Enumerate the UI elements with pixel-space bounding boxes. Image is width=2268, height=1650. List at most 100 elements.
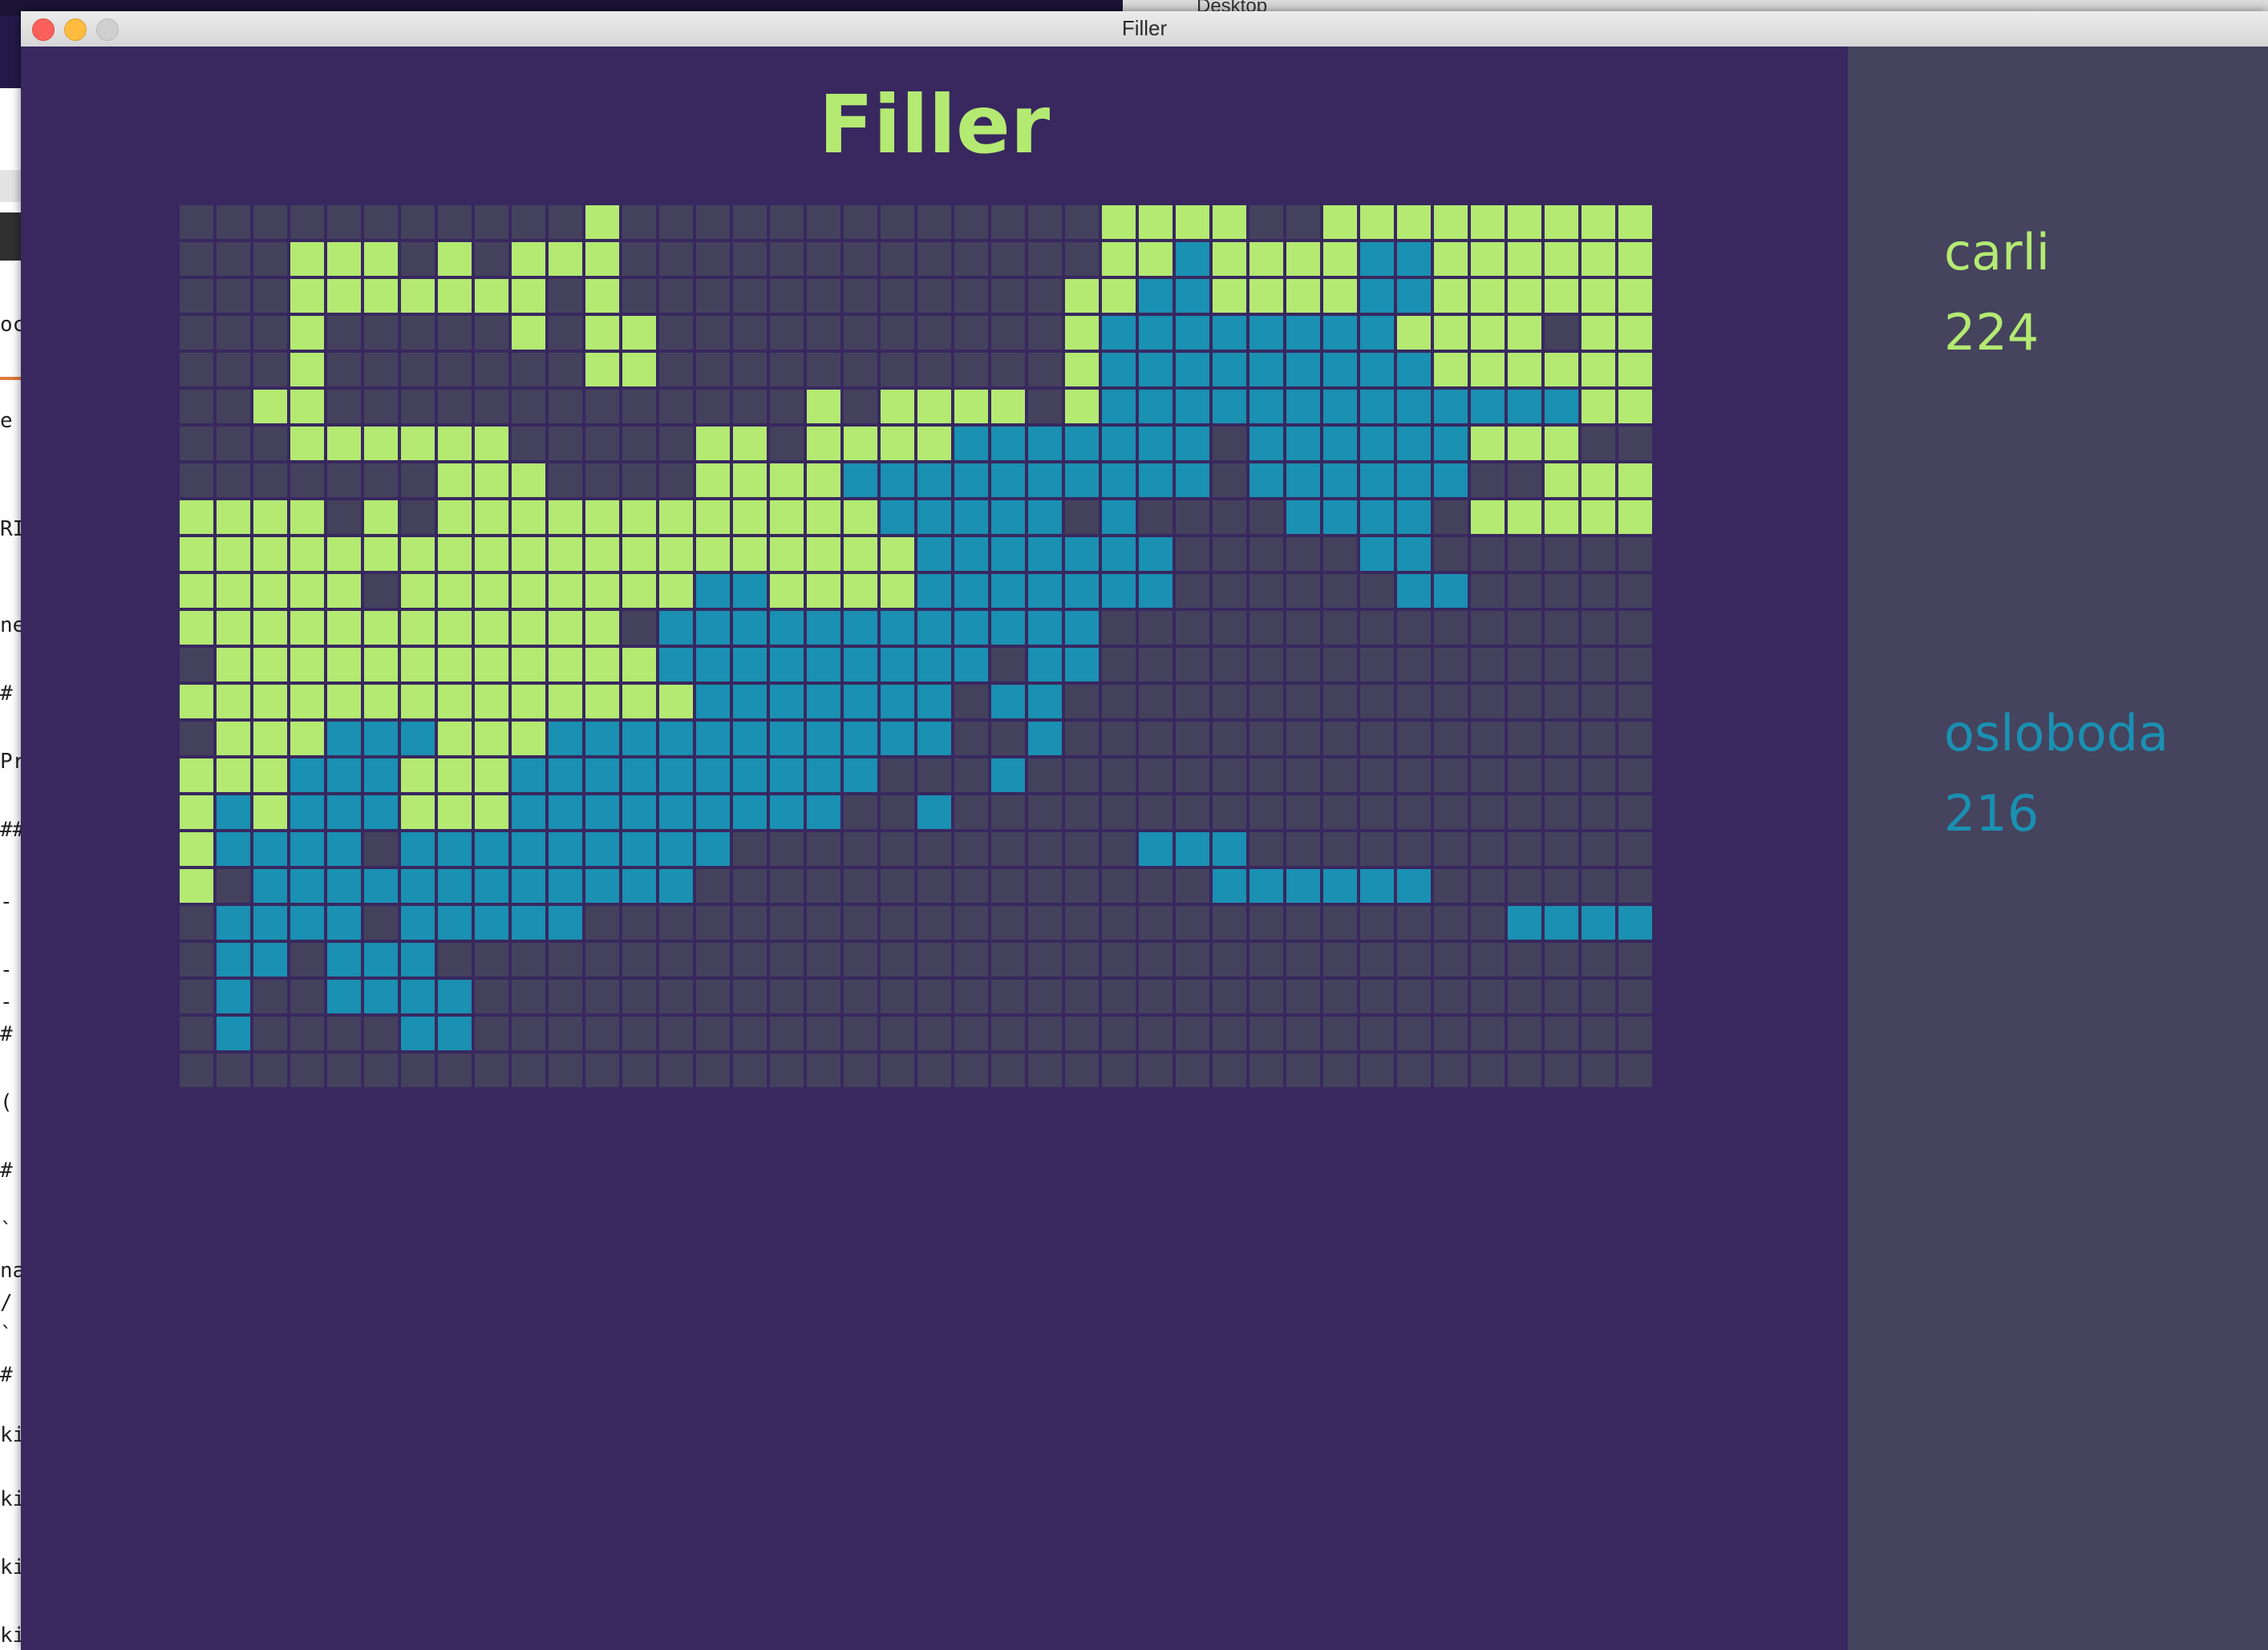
board-cell-empty — [180, 427, 213, 460]
board-cell-player2 — [549, 722, 582, 755]
board-cell-empty — [1102, 611, 1136, 645]
board-cell-player2 — [549, 758, 582, 792]
board-cell-player1 — [438, 537, 472, 571]
board-cell-player2 — [585, 722, 619, 755]
board-cell-player1 — [364, 685, 398, 718]
board-cell-player2 — [585, 795, 619, 829]
board-cell-player2 — [1139, 353, 1172, 386]
board-cell-empty — [217, 242, 250, 276]
board-cell-player1 — [696, 500, 730, 534]
board-cell-empty — [1249, 980, 1283, 1013]
board-cell-player2 — [1397, 463, 1431, 497]
board-cell-empty — [180, 205, 213, 239]
board-cell-empty — [217, 463, 250, 497]
board-cell-player2 — [327, 943, 361, 977]
board-cell-empty — [844, 1053, 877, 1087]
board-cell-player1 — [180, 869, 213, 903]
board-cell-player1 — [844, 537, 877, 571]
board-cell-empty — [1139, 685, 1172, 718]
board-cell-empty — [438, 353, 472, 386]
board-cell-player1 — [1582, 242, 1615, 276]
board-cell-player2 — [844, 722, 877, 755]
board-cell-player1 — [1434, 316, 1468, 350]
board-cell-player2 — [1323, 390, 1357, 423]
board-cell-player2 — [881, 648, 914, 681]
board-cell-empty — [991, 205, 1025, 239]
board-cell-empty — [696, 943, 730, 977]
board-cell-player2 — [364, 943, 398, 977]
board-cell-empty — [1360, 943, 1394, 977]
board-cell-player1 — [585, 353, 619, 386]
board-cell-empty — [1102, 832, 1136, 866]
board-cell-player2 — [659, 648, 693, 681]
board-cell-empty — [807, 832, 840, 866]
board-cell-empty — [1102, 943, 1136, 977]
board-cell-player2 — [770, 611, 804, 645]
board-cell-empty — [1618, 685, 1652, 718]
board-cell-player2 — [1176, 242, 1209, 276]
board-cell-player2 — [1323, 463, 1357, 497]
board-cell-player2 — [1249, 427, 1283, 460]
background-text-fragment: # S — [0, 1022, 21, 1046]
board-cell-player1 — [253, 611, 287, 645]
board-cell-empty — [1434, 943, 1468, 977]
board-cell-player1 — [954, 390, 988, 423]
board-cell-empty — [733, 906, 767, 940]
board-cell-empty — [1471, 906, 1505, 940]
board-cell-player2 — [954, 463, 988, 497]
board-cell-player1 — [622, 500, 656, 534]
board-cell-empty — [1434, 758, 1468, 792]
board-cell-empty — [549, 1017, 582, 1050]
board-cell-player2 — [512, 906, 545, 940]
background-editor-window[interactable]: oc e RI ne # Pr ## - - - # S (# (` na / ` # (ki ki ki ki — [0, 88, 21, 1650]
board-cell-empty — [217, 427, 250, 460]
board-cell-player1 — [844, 500, 877, 534]
board-cell-empty — [659, 279, 693, 313]
background-text-fragment: e — [0, 409, 13, 433]
board-cell-player2 — [1139, 316, 1172, 350]
board-cell-empty — [401, 463, 435, 497]
board-cell-empty — [290, 205, 324, 239]
board-cell-player1 — [364, 611, 398, 645]
board-cell-player1 — [1508, 205, 1541, 239]
board-cell-empty — [364, 906, 398, 940]
board-cell-player2 — [401, 906, 435, 940]
board-cell-player1 — [549, 685, 582, 718]
window-titlebar[interactable]: Filler — [21, 11, 2268, 47]
board-cell-empty — [770, 205, 804, 239]
board-cell-player1 — [585, 500, 619, 534]
board-cell-empty — [1397, 980, 1431, 1013]
player2-name: osloboda — [1944, 704, 2169, 762]
background-accent-line — [0, 377, 21, 380]
board-cell-empty — [1028, 758, 1062, 792]
board-cell-player1 — [327, 537, 361, 571]
board-cell-empty — [1508, 537, 1541, 571]
board-cell-empty — [1213, 795, 1246, 829]
board-cell-empty — [770, 427, 804, 460]
board-cell-player2 — [217, 795, 250, 829]
board-cell-empty — [1213, 537, 1246, 571]
board-cell-player2 — [659, 611, 693, 645]
board-cell-player2 — [327, 980, 361, 1013]
board-cell-empty — [1582, 980, 1615, 1013]
board-cell-player2 — [401, 980, 435, 1013]
board-cell-player1 — [1065, 353, 1099, 386]
board-cell-empty — [1618, 574, 1652, 608]
board-cell-player2 — [1397, 427, 1431, 460]
board-cell-empty — [1249, 943, 1283, 977]
board-cell-empty — [364, 390, 398, 423]
board-cell-empty — [364, 574, 398, 608]
board-cell-empty — [659, 1017, 693, 1050]
board-cell-empty — [1213, 685, 1246, 718]
board-cell-player1 — [401, 537, 435, 571]
board-cell-player2 — [1213, 353, 1246, 386]
board-cell-empty — [1471, 685, 1505, 718]
board-cell-empty — [512, 205, 545, 239]
board-cell-player1 — [549, 537, 582, 571]
board-cell-empty — [1249, 205, 1283, 239]
board-cell-player2 — [475, 832, 508, 866]
board-cell-player2 — [917, 795, 951, 829]
board-cell-empty — [1286, 832, 1320, 866]
background-text-fragment: RI — [0, 517, 21, 541]
board-cell-empty — [917, 943, 951, 977]
